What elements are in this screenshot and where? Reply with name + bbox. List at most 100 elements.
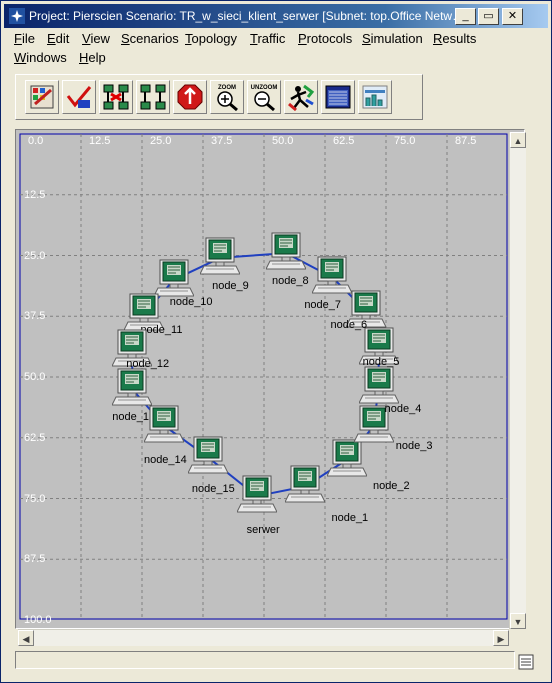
zoom-icon: ZOOM — [217, 85, 238, 112]
zoom-button[interactable]: ZOOM — [210, 80, 244, 114]
scroll-up-arrow-icon[interactable]: ▲ — [510, 132, 526, 148]
application-window: Project: Pierscien Scenario: TR_w_sieci_… — [0, 0, 552, 683]
return-to-parent-icon — [177, 84, 203, 110]
node-label: node_5 — [362, 355, 400, 368]
hide-results-icon — [362, 85, 388, 109]
workstation-node-node_7[interactable] — [312, 255, 353, 295]
recover-link-icon — [140, 84, 166, 110]
menu-topology[interactable]: Topology — [185, 30, 237, 48]
node-label: node_4 — [384, 402, 422, 415]
node-label: node_15 — [191, 483, 235, 496]
workstation-icon — [285, 465, 326, 503]
hide-results-button[interactable] — [358, 80, 392, 114]
menu-scenarios[interactable]: Scenarios — [121, 30, 179, 48]
x-tick-label: 12.5 — [89, 135, 111, 147]
go-to-parent-button[interactable] — [173, 80, 207, 114]
node-label: serwer — [246, 524, 280, 537]
menu-file[interactable]: File — [14, 30, 35, 48]
node-label: node_1 — [331, 512, 369, 525]
x-tick-label: 87.5 — [455, 135, 477, 147]
y-tick-label: 50.0 — [24, 371, 46, 383]
workstation-icon — [112, 368, 153, 406]
scroll-right-arrow-icon[interactable]: ▶ — [493, 630, 509, 646]
node-label: node_7 — [304, 299, 342, 312]
configure-simulation-icon — [288, 84, 315, 112]
y-tick-label: 37.5 — [24, 310, 46, 323]
y-tick-label: 100.0 — [24, 614, 52, 626]
y-tick-label: 87.5 — [24, 553, 46, 566]
workstation-node-serwer[interactable] — [236, 474, 277, 514]
node-label: node_6 — [330, 319, 368, 332]
workstation-node-node_15[interactable] — [187, 435, 228, 475]
maximize-button[interactable]: ▭ — [478, 8, 499, 25]
x-tick-label: 25.0 — [150, 135, 172, 147]
workstation-icon — [187, 436, 228, 474]
workstation-node-node_14[interactable] — [143, 404, 184, 444]
title-bar[interactable]: Project: Pierscien Scenario: TR_w_sieci_… — [4, 4, 548, 28]
menu-bar: File Edit View Scenarios Topology Traffi… — [4, 29, 548, 69]
menu-results[interactable]: Results — [433, 30, 476, 48]
unzoom-icon: UNZOOM — [251, 85, 278, 112]
y-tick-label: 75.0 — [24, 492, 46, 505]
menu-windows[interactable]: Windows — [14, 49, 67, 67]
workstation-icon — [326, 439, 367, 477]
menu-simulation[interactable]: Simulation — [362, 30, 423, 48]
menu-protocols[interactable]: Protocols — [298, 30, 352, 48]
app-icon — [9, 8, 25, 24]
close-button[interactable]: ✕ — [502, 8, 523, 25]
check-link-consistency-icon — [66, 86, 92, 108]
unzoom-caption: UNZOOM — [251, 85, 278, 91]
workstation-icon — [200, 237, 241, 275]
x-tick-label: 50.0 — [272, 135, 294, 147]
view-results-button[interactable] — [321, 80, 355, 114]
workstation-icon — [236, 475, 277, 513]
menu-edit[interactable]: Edit — [47, 30, 69, 48]
check-links-button[interactable] — [62, 80, 96, 114]
workstation-node-node_2[interactable] — [326, 438, 367, 478]
scroll-left-arrow-icon[interactable]: ◀ — [18, 630, 34, 646]
node-label: node_14 — [143, 453, 187, 466]
x-tick-label: 0.0 — [28, 135, 44, 147]
message-log-icon[interactable] — [517, 653, 535, 671]
y-tick-label: 62.5 — [24, 431, 46, 444]
network-workspace[interactable]: 0.0 12.5 25.0 37.5 50.0 62.5 75.0 87.5 12.5 25.0 3… — [18, 132, 509, 626]
recover-link-button[interactable] — [136, 80, 170, 114]
toolbar: ZOOM UNZOOM — [15, 74, 423, 120]
workstation-node-node_8[interactable] — [265, 231, 306, 271]
node-label: node_10 — [169, 295, 213, 308]
menu-help[interactable]: Help — [79, 49, 106, 67]
workstation-icon — [358, 366, 399, 404]
node-label: node_3 — [395, 439, 433, 452]
x-tick-label: 62.5 — [333, 135, 355, 147]
configure-simulation-button[interactable] — [284, 80, 318, 114]
menu-view[interactable]: View — [82, 30, 110, 48]
y-tick-label: 25.0 — [24, 249, 46, 262]
node-label: node_2 — [372, 479, 410, 492]
menu-traffic[interactable]: Traffic — [250, 30, 285, 48]
x-tick-label: 75.0 — [394, 135, 416, 147]
x-tick-label: 37.5 — [211, 135, 233, 147]
y-tick-label: 12.5 — [24, 188, 46, 201]
workstation-icon — [143, 405, 184, 443]
fail-link-button[interactable] — [99, 80, 133, 114]
workstation-node-node_9[interactable] — [200, 236, 241, 276]
window-title: Project: Pierscien Scenario: TR_w_sieci_… — [29, 9, 459, 23]
status-bar — [15, 651, 515, 669]
view-results-icon — [325, 85, 351, 109]
workspace-grid — [19, 133, 508, 620]
node-label: node_9 — [212, 279, 249, 292]
unzoom-button[interactable]: UNZOOM — [247, 80, 281, 114]
object-palette-button[interactable] — [25, 80, 59, 114]
horizontal-scrollbar[interactable]: ◀ ▶ — [18, 629, 509, 646]
node-label: node_8 — [271, 275, 309, 288]
workstation-node-node_13[interactable] — [112, 367, 153, 407]
zoom-caption: ZOOM — [218, 85, 236, 91]
workstation-icon — [265, 232, 306, 270]
workstation-icon — [312, 256, 353, 294]
workstation-node-node_4[interactable] — [358, 365, 399, 405]
vertical-scrollbar[interactable]: ▲ ▼ — [509, 132, 526, 629]
failure-link-icon — [103, 84, 129, 110]
workstation-node-node_1[interactable] — [285, 464, 326, 504]
scroll-down-arrow-icon[interactable]: ▼ — [510, 613, 526, 629]
minimize-button[interactable]: _ — [455, 8, 476, 25]
